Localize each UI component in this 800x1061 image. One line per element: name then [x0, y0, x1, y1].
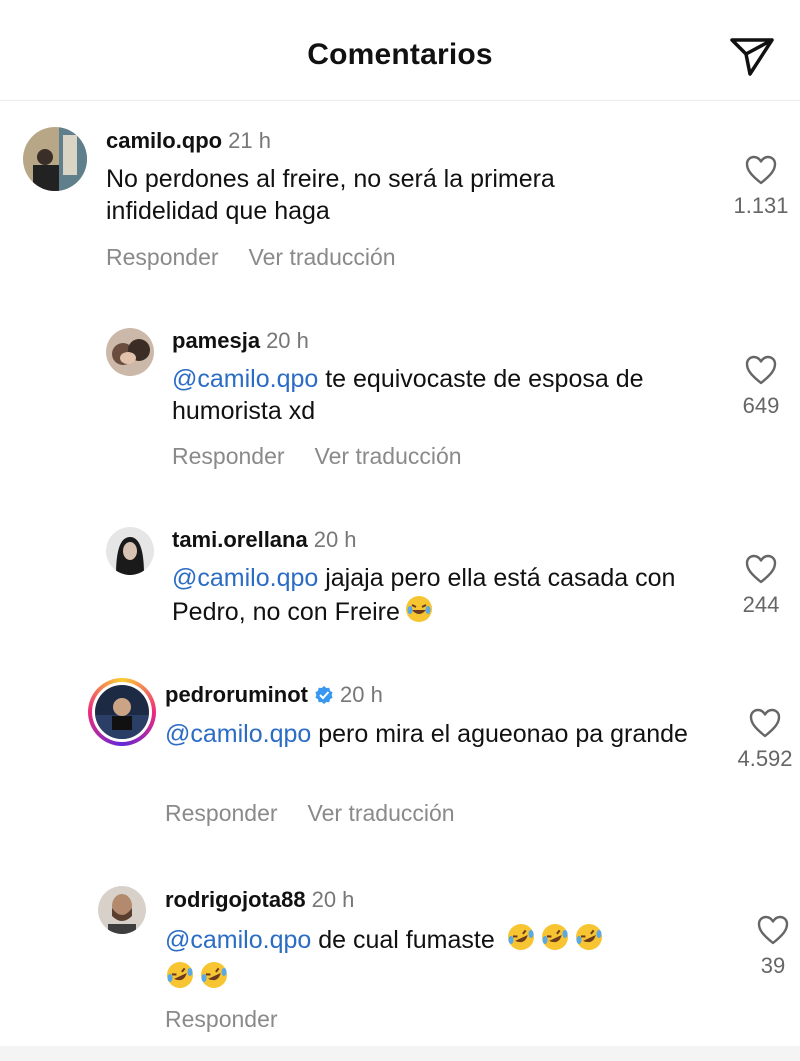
like-count: 244 [742, 592, 780, 617]
rofl-emoji-icon [574, 922, 604, 960]
reply-button[interactable]: Responder [165, 800, 278, 826]
reply-button[interactable]: Responder [106, 244, 219, 270]
see-translation-button[interactable]: Ver traducción [308, 800, 455, 826]
heart-icon[interactable] [738, 915, 800, 945]
header: Comentarios [0, 0, 800, 101]
heart-icon[interactable] [726, 355, 796, 385]
like-count: 39 [760, 953, 786, 978]
bottom-bar [0, 1046, 800, 1061]
page-title: Comentarios [307, 38, 493, 71]
rofl-emoji-icon [540, 922, 570, 960]
comment-username[interactable]: rodrigojota88 [165, 887, 306, 912]
avatar[interactable] [23, 127, 87, 191]
like-count: 649 [742, 393, 780, 418]
comment-time: 21 h [228, 128, 271, 153]
reply-button[interactable]: Responder [172, 443, 285, 469]
mention-link[interactable]: @camilo.qpo [172, 564, 318, 592]
heart-icon[interactable] [730, 708, 800, 738]
comment-text: @camilo.qpo jajaja pero ella está casada… [172, 562, 702, 632]
heart-icon[interactable] [726, 155, 796, 185]
comment-time: 20 h [266, 328, 309, 353]
comment-time: 20 h [311, 887, 355, 912]
see-translation-button[interactable]: Ver traducción [315, 443, 462, 469]
like-count: 4.592 [737, 746, 793, 771]
mention-link[interactable]: @camilo.qpo [165, 720, 311, 748]
see-translation-button[interactable]: Ver traducción [249, 244, 396, 270]
rofl-emoji-icon [506, 922, 536, 960]
comment-body: pero mira el agueonao pa grande [311, 720, 688, 748]
comment-body: de cual fumaste [311, 926, 495, 954]
mention-link[interactable]: @camilo.qpo [172, 365, 318, 393]
reply-button[interactable]: Responder [165, 1006, 278, 1032]
send-icon[interactable] [728, 34, 776, 78]
comment-username[interactable]: pamesja [172, 328, 260, 353]
comment-body: No perdones al freire, no será la primer… [106, 165, 555, 225]
avatar[interactable] [106, 328, 154, 376]
comment-username[interactable]: camilo.qpo [106, 128, 222, 153]
comment-text: No perdones al freire, no será la primer… [106, 163, 666, 227]
rofl-emoji-icon [404, 594, 434, 632]
comment-time: 20 h [313, 527, 357, 552]
comment-username[interactable]: pedroruminot [165, 682, 308, 707]
avatar[interactable] [98, 886, 146, 934]
heart-icon[interactable] [726, 554, 796, 584]
avatar[interactable] [88, 678, 156, 746]
like-count: 1.131 [733, 193, 789, 218]
rofl-emoji-icon [165, 960, 195, 998]
mention-link[interactable]: @camilo.qpo [165, 926, 311, 954]
comment-username[interactable]: tami.orellana [172, 527, 308, 552]
comment-text: @camilo.qpo de cual fumaste [165, 922, 705, 998]
rofl-emoji-icon [199, 960, 229, 998]
verified-badge-icon [314, 685, 334, 711]
comment-text: @camilo.qpo te equivocaste de esposa de … [172, 363, 692, 427]
comment-time: 20 h [340, 682, 383, 707]
avatar[interactable] [106, 527, 154, 575]
comment-text: @camilo.qpo pero mira el agueonao pa gra… [165, 718, 695, 750]
